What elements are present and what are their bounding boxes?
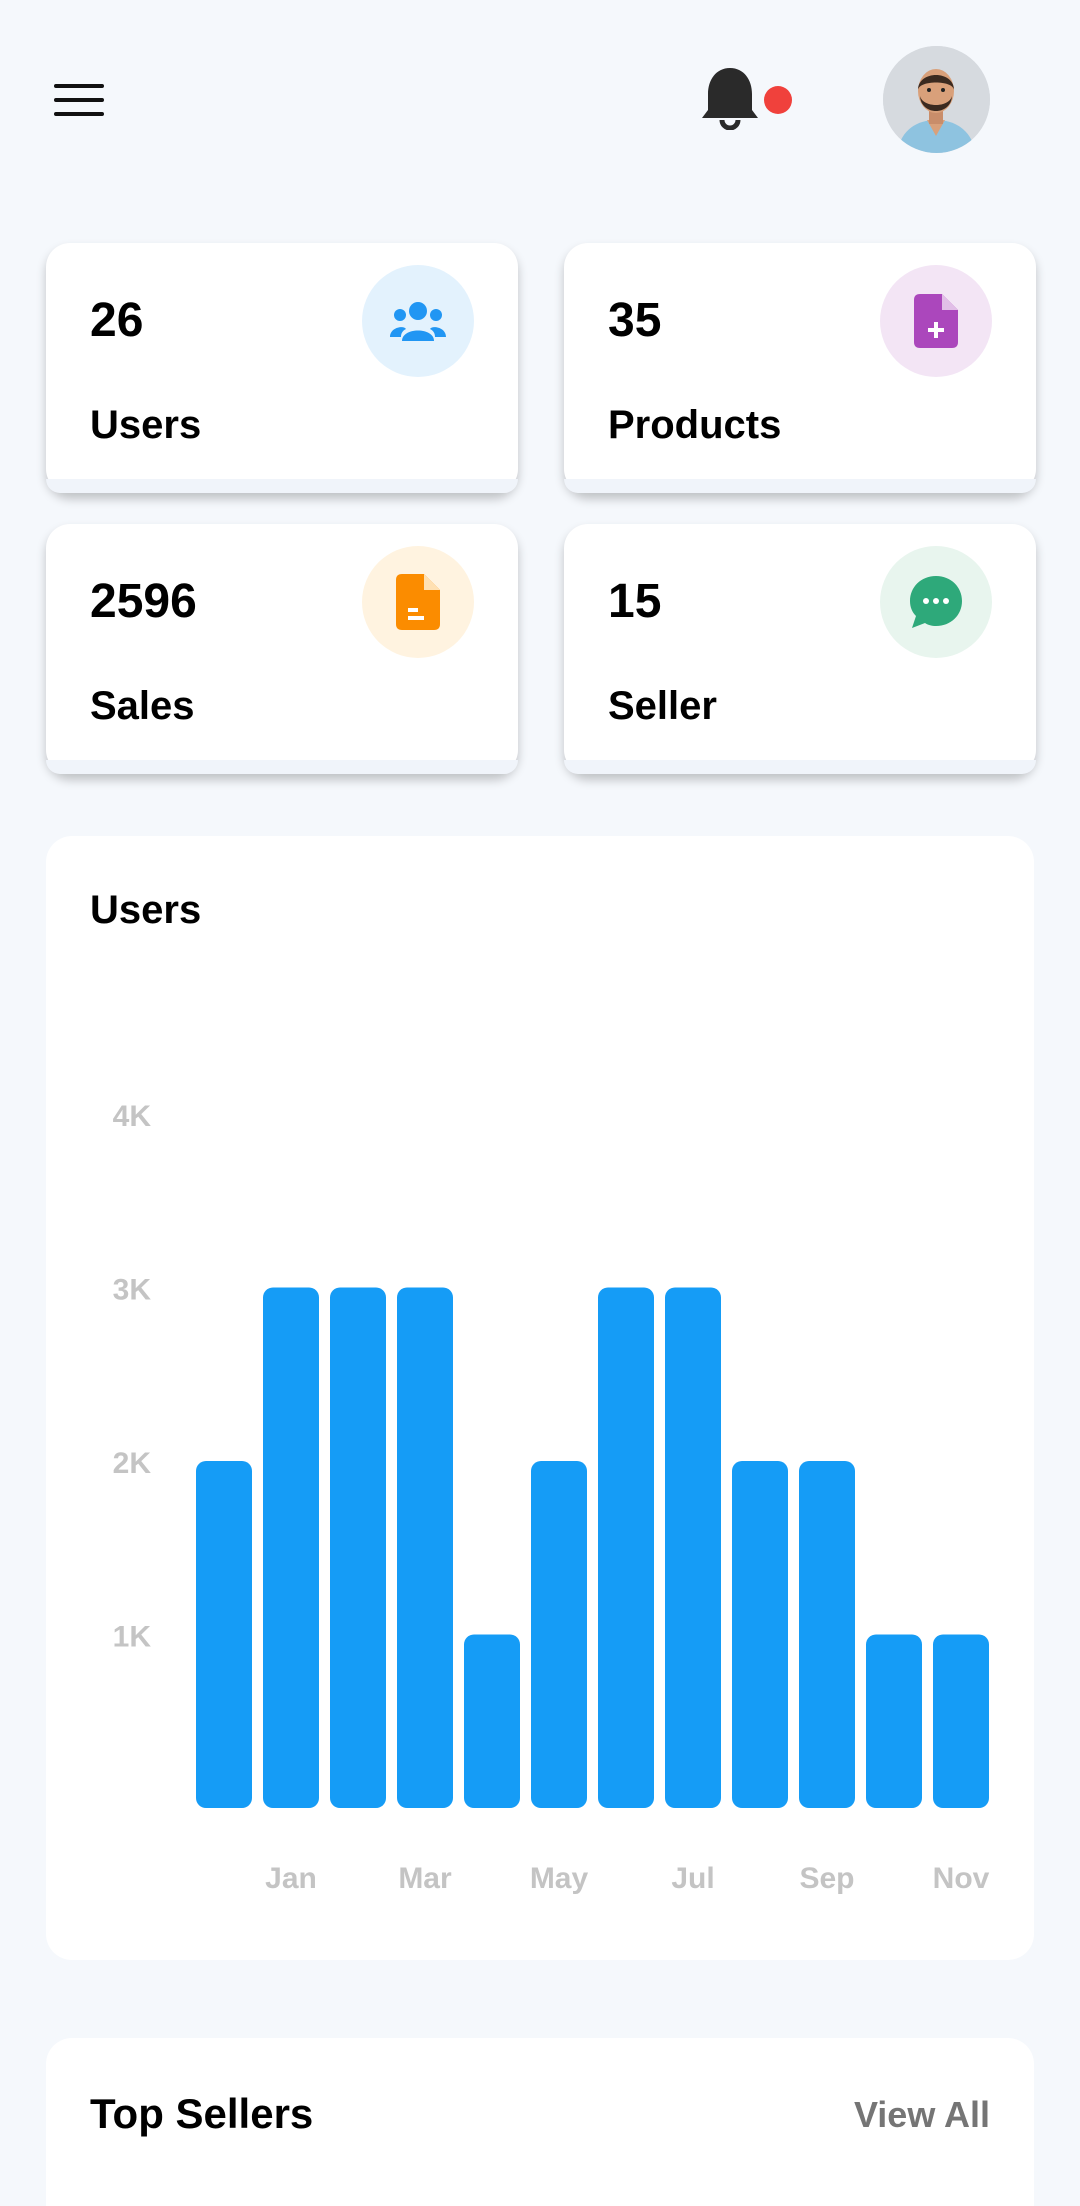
view-all-link[interactable]: View All	[854, 2094, 990, 2136]
chart-bar-apr[interactable]	[464, 1634, 520, 1809]
stat-value: 2596	[90, 575, 197, 628]
stat-card-seller[interactable]: 15 Seller	[564, 524, 1036, 774]
chart-bar-feb[interactable]	[330, 1287, 386, 1809]
chat-bubble-icon	[880, 546, 992, 658]
notification-button[interactable]	[700, 66, 800, 136]
chart-bar-oct[interactable]	[866, 1634, 922, 1809]
stat-label: Seller	[608, 684, 717, 728]
file-plus-icon	[880, 265, 992, 377]
y-tick-label: 4K	[113, 1100, 152, 1133]
users-icon	[362, 265, 474, 377]
stat-card-products[interactable]: 35 Products	[564, 243, 1036, 493]
stat-label: Products	[608, 403, 782, 447]
x-tick-label: Mar	[398, 1862, 452, 1895]
stat-value: 15	[608, 575, 662, 628]
x-tick-label: Sep	[799, 1862, 854, 1895]
top-sellers-card: Top Sellers View All	[46, 2038, 1034, 2206]
users-bar-chart: 1K 2K 3K 4K Jan Mar May Jul Sep Nov	[113, 1100, 990, 1895]
x-tick-label: Jan	[265, 1862, 317, 1895]
chart-bar-nov[interactable]	[933, 1634, 989, 1809]
stat-value: 26	[90, 294, 144, 347]
chart-bar-dec[interactable]	[196, 1461, 252, 1808]
chart-bar-may[interactable]	[531, 1461, 587, 1808]
x-tick-label: May	[530, 1862, 589, 1895]
notification-badge	[764, 86, 792, 114]
y-tick-label: 1K	[113, 1621, 152, 1654]
hamburger-menu-icon[interactable]	[54, 84, 104, 120]
stat-card-sales[interactable]: 2596 Sales	[46, 524, 518, 774]
stat-label: Users	[90, 403, 202, 447]
document-icon	[362, 546, 474, 658]
y-tick-label: 2K	[113, 1447, 152, 1480]
chart-bar-jul[interactable]	[665, 1287, 721, 1809]
stat-label: Sales	[90, 684, 195, 728]
avatar-image	[883, 46, 990, 153]
chart-bar-aug[interactable]	[732, 1461, 788, 1808]
chart-bar-mar[interactable]	[397, 1287, 453, 1809]
chart-bar-jan[interactable]	[263, 1287, 319, 1809]
chart-bar-sep[interactable]	[799, 1461, 855, 1808]
top-sellers-title: Top Sellers	[90, 2090, 314, 2137]
stat-card-users[interactable]: 26 Users	[46, 243, 518, 493]
users-chart-card: Users 1K 2K 3K 4K Jan Mar May Jul Sep Nov	[46, 836, 1034, 1960]
x-tick-label: Nov	[933, 1862, 990, 1895]
bell-icon	[702, 68, 758, 130]
chart-bar-jun[interactable]	[598, 1287, 654, 1809]
x-tick-label: Jul	[671, 1862, 714, 1895]
user-avatar[interactable]	[883, 46, 990, 153]
stat-value: 35	[608, 294, 662, 347]
y-tick-label: 3K	[113, 1274, 152, 1307]
